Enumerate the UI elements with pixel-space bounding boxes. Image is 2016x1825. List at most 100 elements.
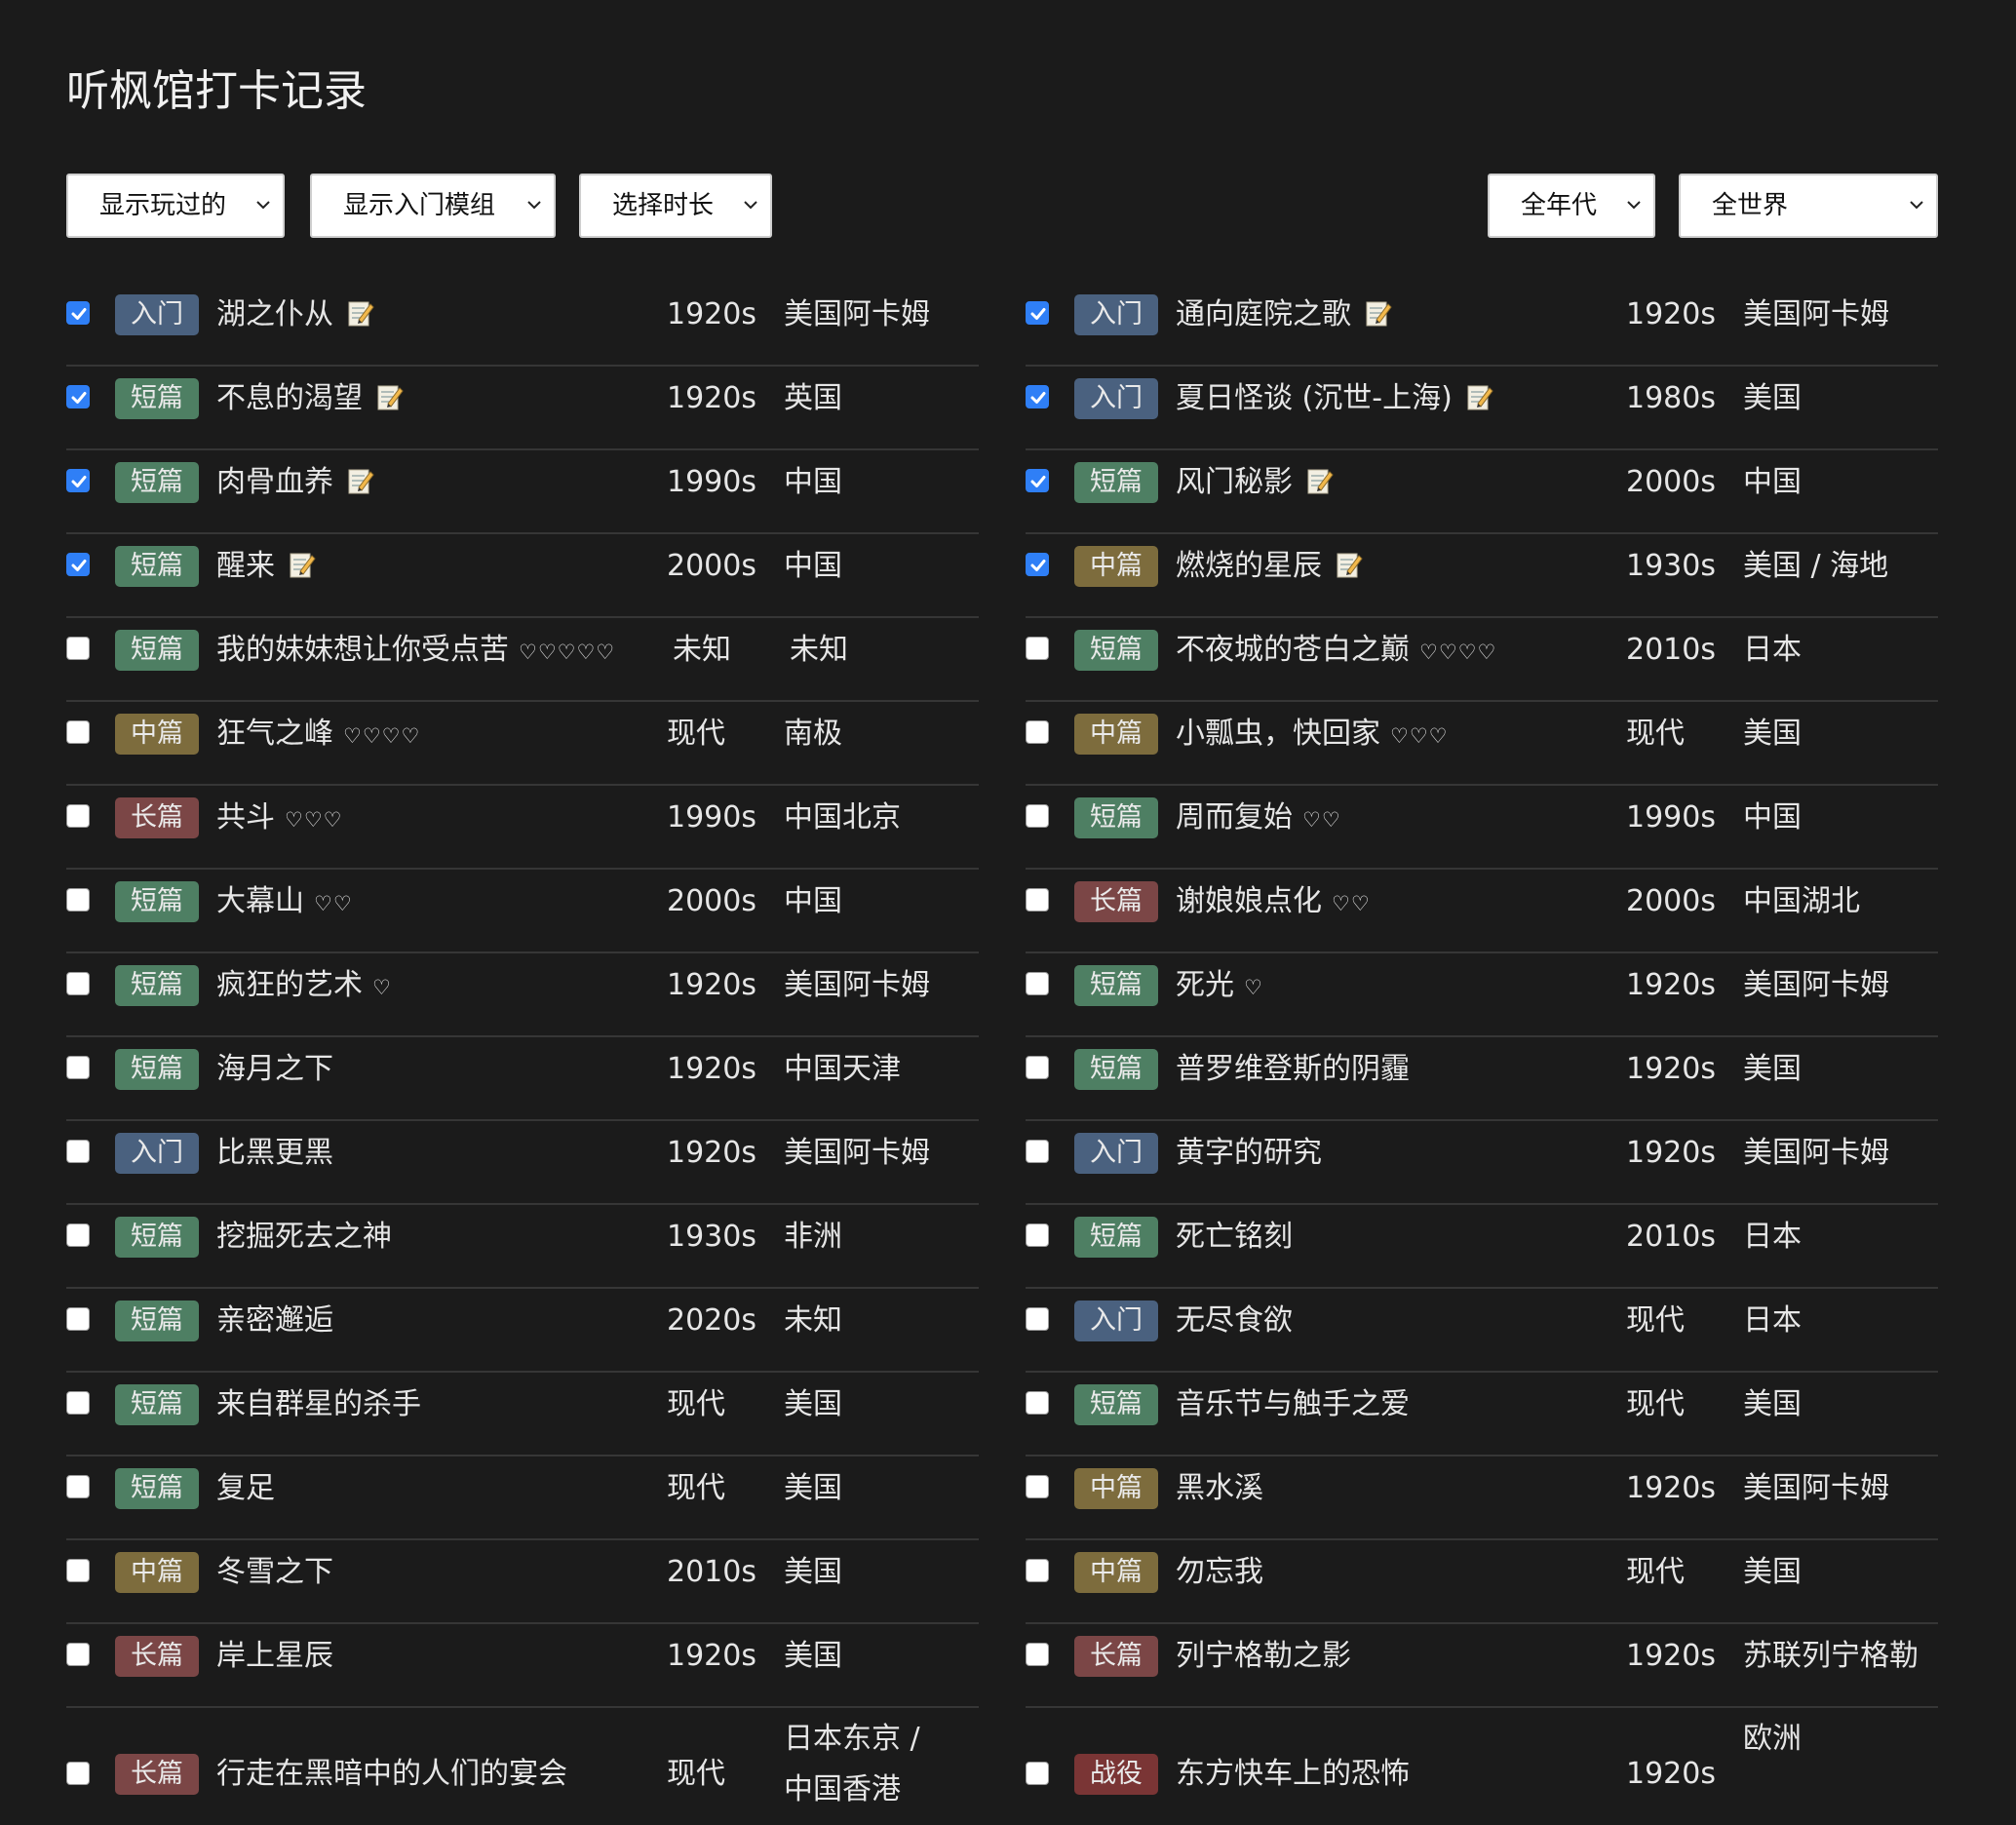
scenario-name[interactable]: 死亡铭刻 [1176, 1211, 1293, 1263]
memo-icon[interactable] [1365, 292, 1392, 327]
memo-icon[interactable] [1466, 376, 1493, 410]
scenario-name[interactable]: 通向庭院之歌 [1176, 289, 1392, 341]
intro-filter-select[interactable]: 显示入门模组 [310, 174, 556, 238]
played-checkbox[interactable] [1026, 720, 1049, 744]
played-checkbox[interactable] [66, 1223, 90, 1247]
scenario-name[interactable]: 共斗 ♡♡♡ [216, 792, 342, 844]
scenario-name[interactable]: 东方快车上的恐怖 [1176, 1748, 1410, 1801]
rating-hearts: ♡♡♡♡ [1419, 641, 1497, 664]
played-checkbox-checked[interactable] [1026, 385, 1049, 408]
scenario-name[interactable]: 死光 ♡ [1176, 959, 1263, 1012]
scenario-name[interactable]: 湖之仆从 [216, 289, 374, 341]
played-checkbox-checked[interactable] [1026, 469, 1049, 492]
scenario-name[interactable]: 复足 [216, 1462, 275, 1515]
played-checkbox[interactable] [66, 804, 90, 828]
played-checkbox[interactable] [1026, 888, 1049, 912]
scenario-name[interactable]: 小瓢虫，快回家 ♡♡♡ [1176, 708, 1448, 760]
scenario-title: 复足 [216, 1471, 275, 1505]
duration-filter-select[interactable]: 选择时长 [579, 174, 772, 238]
played-checkbox[interactable] [66, 1391, 90, 1415]
scenario-name[interactable]: 亲密邂逅 [216, 1295, 333, 1347]
length-tag: 长篇 [1074, 881, 1158, 922]
scenario-title: 不夜城的苍白之巅 [1176, 633, 1410, 667]
scenario-name[interactable]: 醒来 [216, 540, 316, 593]
played-checkbox[interactable] [66, 1762, 90, 1785]
scenario-name[interactable]: 挖掘死去之神 [216, 1211, 392, 1263]
played-checkbox[interactable] [1026, 1391, 1049, 1415]
scenario-name[interactable]: 普罗维登斯的阴霾 [1176, 1043, 1410, 1096]
scenario-name[interactable]: 肉骨血养 [216, 456, 374, 509]
played-checkbox[interactable] [1026, 1559, 1049, 1582]
scenario-name[interactable]: 疯狂的艺术 ♡ [216, 959, 392, 1012]
scenario-name[interactable]: 比黑更黑 [216, 1127, 333, 1180]
scenario-name[interactable]: 勿忘我 [1176, 1546, 1263, 1599]
scenario-name[interactable]: 大幕山 ♡♡ [216, 875, 353, 928]
checkmark-icon [71, 392, 87, 404]
played-checkbox[interactable] [66, 1140, 90, 1163]
scenario-name[interactable]: 行走在黑暗中的人们的宴会 [216, 1748, 567, 1801]
scenario-name[interactable]: 海月之下 [216, 1043, 333, 1096]
played-filter-select[interactable]: 显示玩过的 [66, 174, 285, 238]
memo-icon[interactable] [289, 544, 316, 578]
memo-icon[interactable] [1306, 460, 1334, 494]
scenario-era: 1990s [1626, 800, 1716, 835]
played-checkbox[interactable] [66, 888, 90, 912]
intro-filter-value: 显示入门模组 [343, 191, 496, 220]
scenario-name[interactable]: 无尽食欲 [1176, 1295, 1293, 1347]
scenario-row: 中篇 狂气之峰 ♡♡♡♡ 现代 南极 [66, 702, 979, 786]
scenario-name[interactable]: 列宁格勒之影 [1176, 1630, 1351, 1683]
scenario-name[interactable]: 不息的渴望 [216, 372, 404, 425]
scenario-name[interactable]: 冬雪之下 [216, 1546, 333, 1599]
played-checkbox[interactable] [66, 1643, 90, 1666]
played-checkbox[interactable] [1026, 1762, 1049, 1785]
scenario-title: 通向庭院之歌 [1176, 297, 1351, 331]
memo-icon[interactable] [347, 292, 374, 327]
played-checkbox[interactable] [1026, 1643, 1049, 1666]
length-tag: 长篇 [1074, 1636, 1158, 1677]
era-filter-select[interactable]: 全年代 [1488, 174, 1655, 238]
played-checkbox[interactable] [66, 1056, 90, 1079]
scenario-title: 湖之仆从 [216, 297, 333, 331]
scenario-name[interactable]: 夏日怪谈 (沉世-上海) [1176, 372, 1493, 425]
played-checkbox[interactable] [1026, 637, 1049, 660]
played-checkbox[interactable] [1026, 1475, 1049, 1498]
played-checkbox[interactable] [66, 720, 90, 744]
region-filter-select[interactable]: 全世界 [1679, 174, 1938, 238]
scenario-name[interactable]: 岸上星辰 [216, 1630, 333, 1683]
played-checkbox-checked[interactable] [66, 385, 90, 408]
scenario-title: 谢娘娘点化 [1176, 884, 1322, 918]
played-checkbox[interactable] [66, 1307, 90, 1331]
played-checkbox[interactable] [66, 972, 90, 995]
scenario-name[interactable]: 风门秘影 [1176, 456, 1334, 509]
scenario-location: 美国 [784, 1555, 842, 1589]
played-checkbox[interactable] [1026, 972, 1049, 995]
played-checkbox-checked[interactable] [66, 553, 90, 576]
scenario-name[interactable]: 不夜城的苍白之巅 ♡♡♡♡ [1176, 624, 1496, 677]
scenario-name[interactable]: 周而复始 ♡♡ [1176, 792, 1341, 844]
scenario-name[interactable]: 狂气之峰 ♡♡♡♡ [216, 708, 420, 760]
scenario-name[interactable]: 我的妹妹想让你受点苦 ♡♡♡♡♡ [216, 624, 615, 677]
memo-icon[interactable] [1336, 544, 1363, 578]
played-checkbox-checked[interactable] [66, 301, 90, 325]
scenario-name[interactable]: 黑水溪 [1176, 1462, 1263, 1515]
played-checkbox[interactable] [66, 1559, 90, 1582]
memo-icon[interactable] [347, 460, 374, 494]
scenario-name[interactable]: 来自群星的杀手 [216, 1378, 421, 1431]
scenario-name[interactable]: 音乐节与触手之爱 [1176, 1378, 1410, 1431]
played-checkbox[interactable] [1026, 804, 1049, 828]
played-checkbox[interactable] [66, 1475, 90, 1498]
played-checkbox-checked[interactable] [66, 469, 90, 492]
scenario-row: 中篇 冬雪之下 2010s 美国 [66, 1540, 979, 1624]
played-checkbox[interactable] [66, 637, 90, 660]
memo-icon[interactable] [376, 376, 404, 410]
played-checkbox[interactable] [1026, 1140, 1049, 1163]
scenario-name[interactable]: 谢娘娘点化 ♡♡ [1176, 875, 1371, 928]
scenario-title: 勿忘我 [1176, 1555, 1263, 1589]
scenario-name[interactable]: 燃烧的星辰 [1176, 540, 1363, 593]
played-checkbox-checked[interactable] [1026, 301, 1049, 325]
played-checkbox[interactable] [1026, 1056, 1049, 1079]
scenario-name[interactable]: 黄字的研究 [1176, 1127, 1322, 1180]
played-checkbox[interactable] [1026, 1223, 1049, 1247]
played-checkbox[interactable] [1026, 1307, 1049, 1331]
played-checkbox-checked[interactable] [1026, 553, 1049, 576]
